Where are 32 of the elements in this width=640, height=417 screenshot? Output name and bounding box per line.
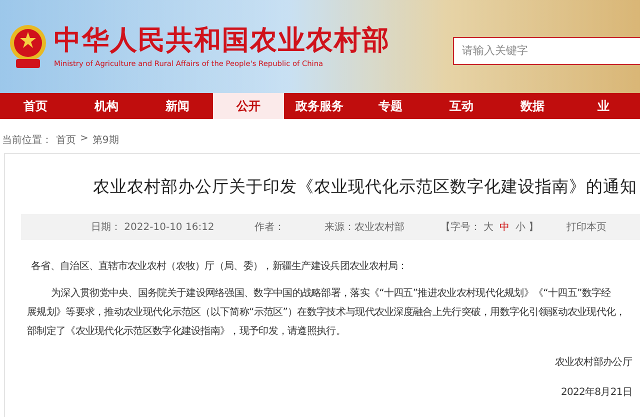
breadcrumb-link[interactable]: 第9期 — [92, 133, 119, 147]
font-size-link[interactable]: 小 — [515, 220, 526, 234]
search-field[interactable]: 请输入关键字 — [453, 36, 640, 64]
date-text: 日期： 2022-10-10 16:12 — [91, 220, 214, 234]
paragraph-line: 为深入贯彻党中央、国务院关于建设网络强国、数字中国的战略部署，落实《“十四五”推进农业农村现代化规划》《“十四五”数字经 — [50, 286, 612, 301]
breadcrumb-link[interactable]: 首页 — [56, 133, 76, 147]
breadcrumb-text: > — [80, 133, 88, 146]
site-title: 中华人民共和国农业农村部 — [54, 24, 390, 58]
signature-date: 2022年8月21日 — [560, 386, 633, 399]
nav-tab[interactable]: 互动 — [426, 93, 497, 119]
article-title: 农业农村部办公厅关于印发《农业现代化示范区数字化建设指南》的通知 — [92, 176, 638, 198]
breadcrumb-text: 当前位置： — [2, 134, 52, 147]
nav-tab[interactable]: 专题 — [355, 93, 426, 119]
print-link[interactable]: 打印本页 — [566, 220, 606, 234]
nav-tab[interactable]: 机构 — [71, 93, 142, 119]
source-text: 来源：农业农村部 — [324, 220, 404, 234]
author-text: 作者： — [254, 220, 284, 234]
nav-tab[interactable]: 公开 — [213, 93, 284, 119]
nav-tab[interactable]: 首页 — [0, 93, 71, 119]
nav-tab[interactable]: 政务服务 — [284, 93, 355, 119]
salutation-text: 各省、自治区、直辖市农业农村（农牧）厅（局、委），新疆生产建设兵团农业农村局： — [31, 260, 408, 274]
font-size-label: 【字号： — [440, 220, 480, 234]
nav-tab[interactable]: 新闻 — [142, 93, 213, 119]
national-emblem-icon — [8, 22, 48, 70]
nav-tab[interactable]: 业 — [568, 93, 639, 119]
paragraph-line: 展规划》等要求，推动农业现代化示范区（以下简称“示范区”）在数字技术与现代农业深度融合上先行突破，用数字化引领驱动农业现代化， — [27, 306, 626, 320]
font-size-link[interactable]: 大 — [483, 220, 494, 234]
font-size-bracket: 】 — [528, 220, 538, 234]
paragraph-line: 部制定了《农业现代化示范区数字化建设指南》，现予印发，请遵照执行。 — [27, 324, 346, 339]
signature-text: 农业农村部办公厅 — [554, 356, 634, 369]
font-size-link[interactable]: 中 — [499, 220, 510, 234]
nav-tab[interactable]: 数据 — [497, 93, 568, 119]
